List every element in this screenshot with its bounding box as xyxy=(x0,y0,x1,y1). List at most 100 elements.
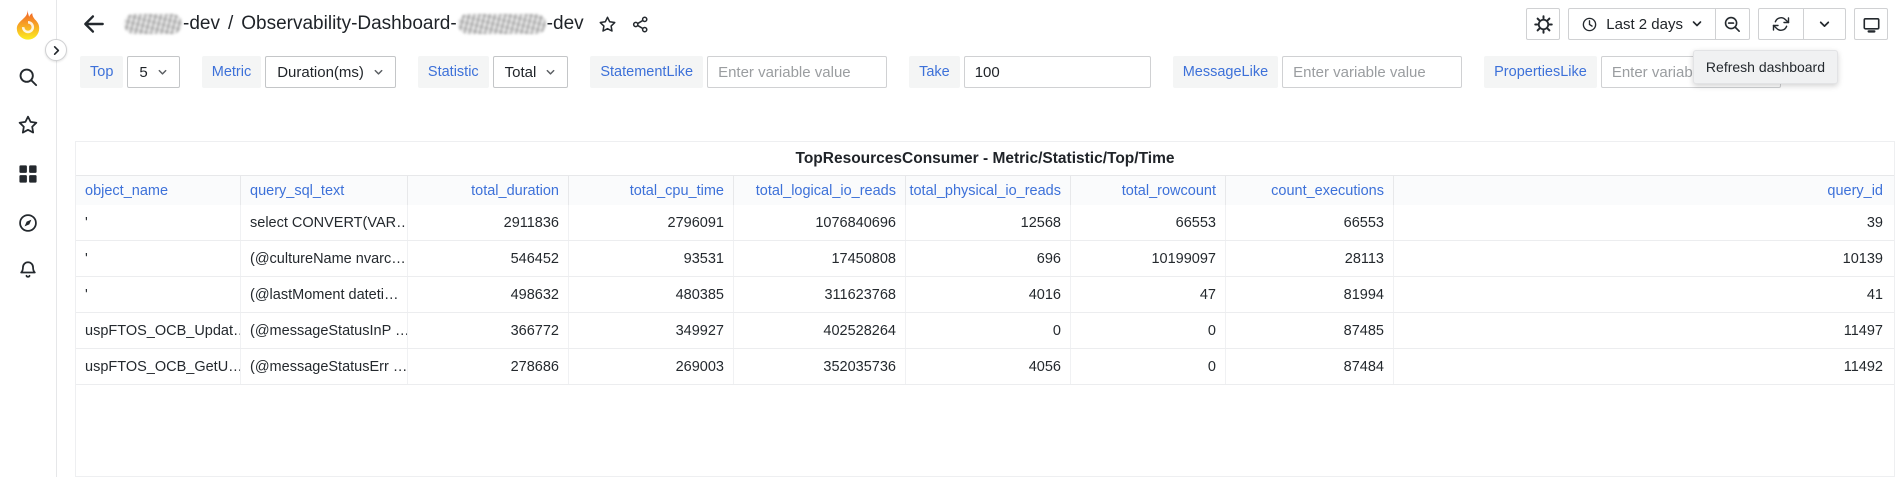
explore-compass-icon[interactable] xyxy=(17,212,41,236)
table-row: uspFTOS_OCB_GetU…(@messageStatusErr …278… xyxy=(76,349,1894,385)
table-cell: 0 xyxy=(1071,349,1226,384)
table-cell: 498632 xyxy=(408,277,569,312)
table-cell: 4056 xyxy=(906,349,1071,384)
variable-messagelike-input[interactable] xyxy=(1282,56,1462,88)
expand-sidebar-button[interactable] xyxy=(45,39,67,61)
refresh-group xyxy=(1758,8,1846,40)
variable-statementlike-input[interactable] xyxy=(707,56,887,88)
variable-metric-select[interactable]: Duration(ms) xyxy=(265,56,396,88)
column-header-query_sql_text[interactable]: query_sql_text xyxy=(241,176,408,205)
breadcrumb-folder-suffix[interactable]: -dev xyxy=(183,13,220,35)
column-header-total_cpu_time[interactable]: total_cpu_time xyxy=(569,176,734,205)
variable-messagelike: MessageLike xyxy=(1173,56,1462,88)
variable-statistic-value: Total xyxy=(505,64,537,81)
variable-take: Take xyxy=(909,56,1151,88)
variable-statementlike-label: StatementLike xyxy=(590,56,703,88)
dashboards-icon[interactable] xyxy=(17,163,41,187)
table-cell: 696 xyxy=(906,241,1071,276)
variable-take-input[interactable] xyxy=(964,56,1151,88)
table-cell: (@cultureName nvarc… xyxy=(241,241,408,276)
dashboard-variables: Top 5 Metric Duration(ms) Statistic Tota… xyxy=(80,56,1881,88)
column-header-total_physical_io_reads[interactable]: total_physical_io_reads xyxy=(906,176,1071,205)
navbar-actions: Last 2 days xyxy=(1526,8,1888,40)
column-header-total_rowcount[interactable]: total_rowcount xyxy=(1071,176,1226,205)
table-cell: 4016 xyxy=(906,277,1071,312)
variable-take-label: Take xyxy=(909,56,960,88)
alerting-bell-icon[interactable] xyxy=(17,259,41,283)
chevron-down-icon xyxy=(1818,18,1831,31)
table-cell: 12568 xyxy=(906,205,1071,240)
column-header-object_name[interactable]: object_name xyxy=(76,176,241,205)
table-cell: 1076840696 xyxy=(734,205,906,240)
table-cell: ' xyxy=(76,277,241,312)
breadcrumb-separator: / xyxy=(228,13,233,35)
table-cell: 311623768 xyxy=(734,277,906,312)
zoom-out-icon xyxy=(1723,15,1742,34)
variable-messagelike-label: MessageLike xyxy=(1173,56,1278,88)
chevron-down-icon xyxy=(373,67,384,78)
table-cell: uspFTOS_OCB_Updat… xyxy=(76,313,241,348)
refresh-interval-dropdown[interactable] xyxy=(1803,9,1845,39)
table-cell: 0 xyxy=(1071,313,1226,348)
redacted-breadcrumb-segment xyxy=(124,14,182,34)
tv-mode-button[interactable] xyxy=(1854,8,1888,40)
table-header-row: object_namequery_sql_texttotal_durationt… xyxy=(76,175,1894,205)
column-header-total_duration[interactable]: total_duration xyxy=(408,176,569,205)
table-cell: 47 xyxy=(1071,277,1226,312)
table-cell: 0 xyxy=(906,313,1071,348)
redacted-breadcrumb-segment xyxy=(458,14,546,34)
monitor-icon xyxy=(1862,15,1881,34)
chevron-right-icon xyxy=(51,45,62,56)
table-cell: (@messageStatusErr … xyxy=(241,349,408,384)
time-range-picker[interactable]: Last 2 days xyxy=(1569,9,1715,39)
refresh-dashboard-button[interactable] xyxy=(1759,9,1803,39)
variable-top-label: Top xyxy=(80,56,123,88)
variable-statistic: Statistic Total xyxy=(418,56,568,88)
search-icon[interactable] xyxy=(17,66,41,90)
table-row: 'select CONVERT(VAR…29118362796091107684… xyxy=(76,205,1894,241)
table-cell: (@messageStatusInP … xyxy=(241,313,408,348)
chevron-down-icon xyxy=(1691,18,1703,30)
panel-title[interactable]: TopResourcesConsumer - Metric/Statistic/… xyxy=(76,142,1894,175)
back-button[interactable] xyxy=(81,11,107,37)
table-cell: 87484 xyxy=(1226,349,1394,384)
top-navbar: -dev / Observability-Dashboard- -dev xyxy=(57,0,1901,48)
table-cell: 39 xyxy=(1394,205,1894,240)
variable-top-select[interactable]: 5 xyxy=(127,56,179,88)
column-header-query_id[interactable]: query_id xyxy=(1394,176,1894,205)
column-header-count_executions[interactable]: count_executions xyxy=(1226,176,1394,205)
starred-dashboards-icon[interactable] xyxy=(17,114,41,138)
dashboard-settings-button[interactable] xyxy=(1526,8,1560,40)
variable-statistic-select[interactable]: Total xyxy=(493,56,569,88)
table-cell: 2911836 xyxy=(408,205,569,240)
table-cell: 10139 xyxy=(1394,241,1894,276)
table-cell: 93531 xyxy=(569,241,734,276)
zoom-out-time-button[interactable] xyxy=(1715,9,1749,39)
column-header-total_logical_io_reads[interactable]: total_logical_io_reads xyxy=(734,176,906,205)
table-cell: 41 xyxy=(1394,277,1894,312)
breadcrumb-dashboard-prefix[interactable]: Observability-Dashboard- xyxy=(241,13,456,35)
table-cell: 81994 xyxy=(1226,277,1394,312)
table-cell: 278686 xyxy=(408,349,569,384)
table-cell: 17450808 xyxy=(734,241,906,276)
gear-icon xyxy=(1534,15,1553,34)
table-cell: 366772 xyxy=(408,313,569,348)
sidebar xyxy=(0,0,57,477)
table-cell: 349927 xyxy=(569,313,734,348)
chevron-down-icon xyxy=(545,67,556,78)
star-dashboard-icon[interactable] xyxy=(598,15,617,34)
table-body: 'select CONVERT(VAR…29118362796091107684… xyxy=(76,205,1894,385)
share-icon[interactable] xyxy=(631,15,650,34)
grafana-logo[interactable] xyxy=(11,8,45,42)
refresh-tooltip: Refresh dashboard xyxy=(1693,50,1838,84)
table-row: '(@cultureName nvarc…5464529353117450808… xyxy=(76,241,1894,277)
table-cell: 66553 xyxy=(1226,205,1394,240)
time-range-label: Last 2 days xyxy=(1606,16,1683,33)
breadcrumb-dashboard-suffix[interactable]: -dev xyxy=(547,13,584,35)
table-cell: 402528264 xyxy=(734,313,906,348)
table-cell: ' xyxy=(76,205,241,240)
variable-metric: Metric Duration(ms) xyxy=(202,56,396,88)
breadcrumb: -dev / Observability-Dashboard- -dev xyxy=(123,13,650,35)
variable-metric-value: Duration(ms) xyxy=(277,64,364,81)
variable-statementlike: StatementLike xyxy=(590,56,887,88)
